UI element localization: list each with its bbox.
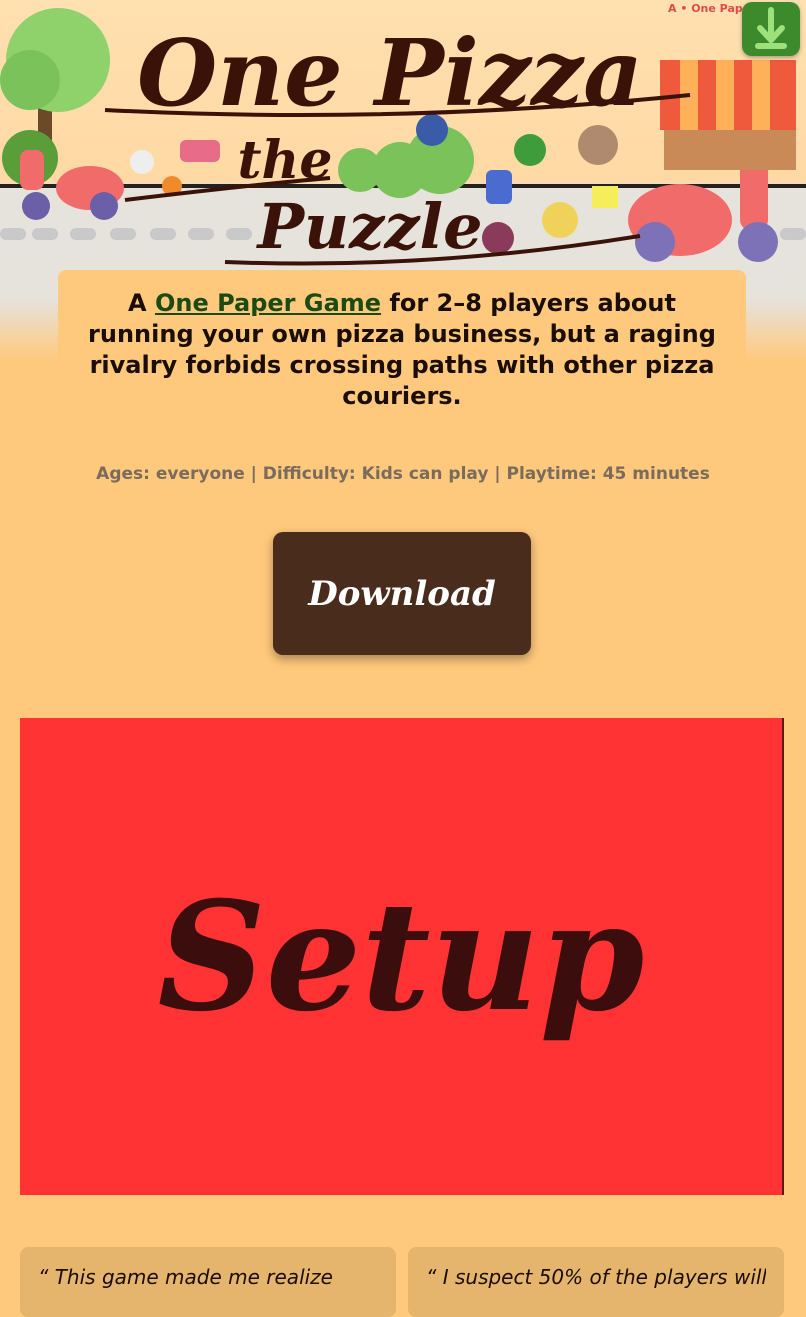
cake-icon [180, 140, 220, 162]
download-arrow-icon[interactable] [742, 2, 800, 56]
setup-video-label: Setup [157, 868, 645, 1045]
download-button-label: Download [308, 573, 496, 614]
cup-icon [486, 170, 512, 204]
cheese-icon [592, 186, 618, 208]
corner-subtitle: A • One Pap [668, 2, 743, 15]
intro-text: A One Paper Game for 2–8 players about r… [88, 288, 716, 412]
testimonial-text: “ This game made me realize [38, 1265, 333, 1289]
intro-prefix: A [128, 289, 155, 317]
testimonial-card: “ This game made me realize [20, 1247, 396, 1317]
intro-card: A One Paper Game for 2–8 players about r… [58, 270, 746, 410]
onion-icon [542, 202, 578, 238]
header-illustration: One Pizza the Puzzle [0, 8, 796, 266]
testimonial-text: “ I suspect 50% of the players will [426, 1265, 766, 1289]
title-line-3: Puzzle [255, 190, 482, 263]
one-paper-game-link[interactable]: One Paper Game [155, 289, 381, 317]
beet-icon [482, 222, 514, 254]
download-button[interactable]: Download [273, 532, 531, 655]
testimonial-card: “ I suspect 50% of the players will [408, 1247, 784, 1317]
game-meta-info: Ages: everyone | Difficulty: Kids can pl… [96, 464, 710, 484]
title-line-1: One Pizza [137, 19, 643, 127]
setup-video[interactable]: Setup [20, 718, 784, 1195]
mushroom-icon [578, 125, 618, 165]
garlic-icon [130, 150, 154, 174]
broccoli-icon [514, 134, 546, 166]
